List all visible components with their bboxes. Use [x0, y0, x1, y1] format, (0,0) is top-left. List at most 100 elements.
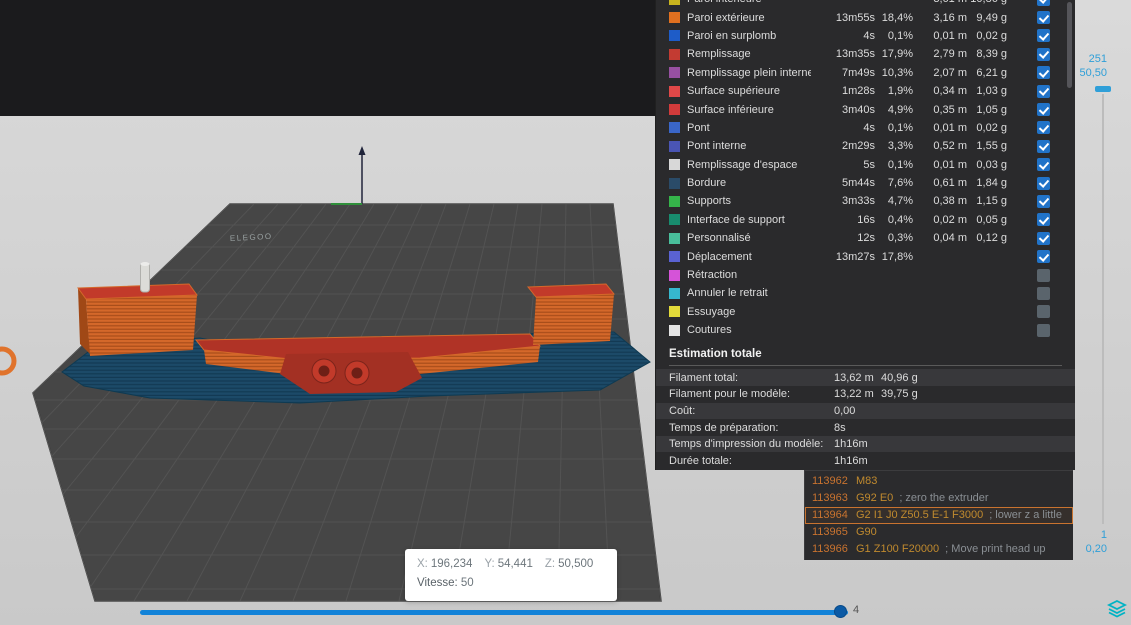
feature-percent: 0,1%	[887, 158, 913, 171]
feature-percent: 4,7%	[887, 195, 913, 208]
feature-length: 0,04 m	[933, 232, 967, 245]
plate-logo-ring	[0, 346, 17, 376]
move-slider-handle[interactable]	[834, 605, 847, 618]
layers-panel-toggle-button[interactable]	[1106, 599, 1128, 619]
feature-color-swatch	[669, 67, 680, 79]
feature-length: 0,34 m	[933, 85, 967, 98]
z-label: Z:	[544, 558, 556, 570]
gcode-line-selected[interactable]: 113964 G2 I1 J0 Z50.5 E-1 F3000 ; lower …	[805, 507, 1073, 524]
feature-visibility-checkbox[interactable]	[1037, 47, 1050, 61]
legend-row: Supports 3m33s 4,7% 0,38 m 1,15 g	[656, 192, 1075, 210]
layer-slider-max-height: 50,50	[1079, 67, 1107, 79]
estimation-label: Filament pour le modèle:	[669, 388, 791, 401]
feature-percent: 0,4%	[887, 213, 913, 226]
feature-visibility-checkbox[interactable]	[1037, 194, 1050, 208]
estimation-value: 13,22 m	[834, 388, 874, 401]
feature-percent: 18,4%	[881, 11, 913, 24]
feature-visibility-checkbox[interactable]	[1037, 11, 1050, 25]
layer-slider-handle[interactable]	[1095, 86, 1111, 92]
feature-time: 16s	[857, 213, 875, 226]
feature-visibility-checkbox[interactable]	[1037, 250, 1050, 264]
feature-color-swatch	[669, 269, 680, 281]
gcode-command: G1 Z100 F20000	[856, 543, 940, 555]
feature-label: Déplacement	[687, 250, 752, 263]
feature-weight: 1,03 g	[976, 85, 1007, 98]
estimation-row: Filament pour le modèle: 13,22 m 39,75 g	[656, 386, 1075, 403]
feature-percent: 3,3%	[887, 140, 913, 153]
feature-length: 0,01 m	[933, 121, 967, 134]
legend-row: Remplissage 13m35s 17,9% 2,79 m 8,39 g	[656, 45, 1075, 63]
x-label: X:	[417, 558, 428, 570]
layer-slider-min-layer: 1	[1100, 529, 1107, 541]
total-estimation-title: Estimation totale	[669, 348, 762, 361]
feature-visibility-checkbox[interactable]	[1037, 0, 1050, 6]
feature-visibility-checkbox[interactable]	[1037, 231, 1050, 245]
feature-visibility-checkbox[interactable]	[1037, 176, 1050, 190]
feature-weight: 1,15 g	[976, 195, 1007, 208]
feature-label: Surface inférieure	[687, 103, 774, 116]
feature-time: 13m27s	[835, 250, 875, 263]
feature-visibility-checkbox[interactable]	[1037, 139, 1050, 153]
feature-percent: 17,8%	[881, 250, 913, 263]
feature-percent: 17,9%	[881, 48, 913, 61]
feature-label: Remplissage d'espace	[687, 158, 798, 171]
feature-percent: 7,6%	[887, 177, 913, 190]
estimation-label: Filament total:	[669, 371, 739, 384]
legend-row: Paroi en surplomb 4s 0,1% 0,01 m 0,02 g	[656, 27, 1075, 45]
feature-color-swatch	[669, 324, 680, 336]
legend-row: Bordure 5m44s 7,6% 0,61 m 1,84 g	[656, 174, 1075, 192]
feature-weight: 0,05 g	[976, 213, 1007, 226]
feature-length: 0,35 m	[933, 103, 967, 116]
estimation-label: Temps de préparation:	[669, 421, 779, 434]
feature-color-swatch	[669, 251, 680, 263]
legend-row: Essuyage	[656, 303, 1075, 321]
move-slider[interactable]	[140, 605, 848, 618]
feature-weight: 1,55 g	[976, 140, 1007, 153]
feature-weight: 0,12 g	[976, 232, 1007, 245]
gcode-line[interactable]: 113963 G92 E0 ; zero the extruder	[805, 490, 1073, 507]
feature-length: 2,79 m	[933, 48, 967, 61]
estimation-row: Filament total: 13,62 m 40,96 g	[656, 369, 1075, 387]
estimation-value: 8s	[834, 421, 846, 434]
gcode-line[interactable]: 113965 G90	[805, 524, 1073, 541]
gcode-command: G92 E0	[856, 492, 894, 504]
total-estimation-section: Estimation totale Filament total: 13,62 …	[656, 344, 1075, 469]
gcode-line-number: 113963	[812, 492, 848, 504]
estimation-label: Durée totale:	[669, 454, 732, 467]
feature-visibility-checkbox[interactable]	[1037, 305, 1050, 319]
estimation-label: Temps d'impression du modèle:	[669, 438, 824, 451]
feature-length: 0,01 m	[933, 29, 967, 42]
feature-visibility-checkbox[interactable]	[1037, 268, 1050, 282]
feature-visibility-checkbox[interactable]	[1037, 29, 1050, 43]
feature-weight: 1,84 g	[976, 177, 1007, 190]
estimation-value: 1h16m	[834, 438, 868, 451]
legend-row: Remplissage plein interne 7m49s 10,3% 2,…	[656, 64, 1075, 82]
feature-visibility-checkbox[interactable]	[1037, 103, 1050, 117]
feature-color-swatch	[669, 232, 680, 244]
feature-color-swatch	[669, 159, 680, 171]
stacked-layers-icon	[1106, 599, 1128, 618]
feature-color-swatch	[669, 12, 680, 24]
build-plate: ELEGOO	[0, 203, 662, 602]
feature-visibility-checkbox[interactable]	[1037, 286, 1050, 300]
feature-visibility-checkbox[interactable]	[1037, 213, 1050, 227]
feature-length: 0,61 m	[933, 177, 967, 190]
feature-visibility-checkbox[interactable]	[1037, 323, 1050, 337]
feature-visibility-checkbox[interactable]	[1037, 66, 1050, 80]
feature-visibility-checkbox[interactable]	[1037, 158, 1050, 172]
gcode-line[interactable]: 113962 M83	[805, 473, 1073, 490]
gcode-viewer: 113962 M83 113963 G92 E0 ; zero the extr…	[804, 470, 1073, 560]
feature-label: Personnalisé	[687, 232, 751, 245]
gcode-line-number: 113962	[812, 475, 848, 487]
feature-visibility-checkbox[interactable]	[1037, 84, 1050, 98]
feature-visibility-checkbox[interactable]	[1037, 121, 1050, 135]
feature-weight: 0,03 g	[976, 158, 1007, 171]
gcode-line[interactable]: 113966 G1 Z100 F20000 ; Move print head …	[805, 541, 1073, 558]
gcode-line-number: 113964	[812, 509, 848, 521]
move-slider-track[interactable]	[140, 610, 848, 615]
legend-row: Personnalisé 12s 0,3% 0,04 m 0,12 g	[656, 229, 1075, 247]
feature-label: Pont interne	[687, 140, 747, 153]
position-tooltip: X: 196,234 Y: 54,441 Z: 50,500 Vitesse: 50	[405, 549, 617, 601]
origin-axes	[331, 146, 366, 205]
layer-slider-track[interactable]	[1102, 94, 1104, 524]
